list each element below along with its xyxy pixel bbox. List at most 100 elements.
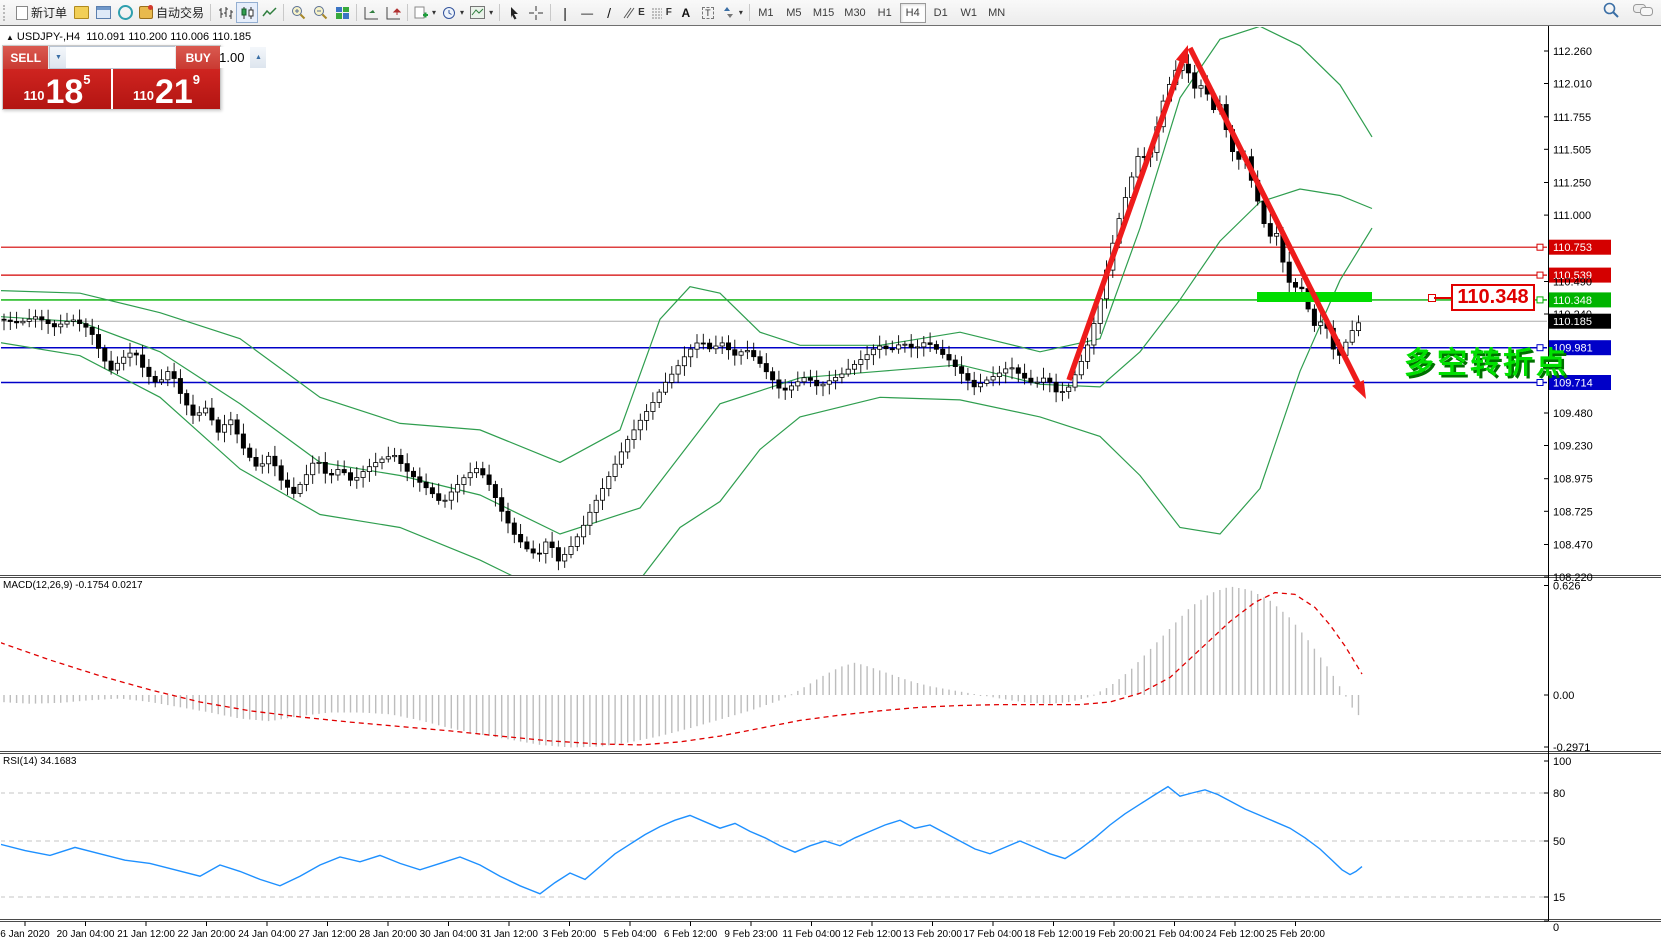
- templates-icon: [470, 6, 485, 19]
- time-tick-label: 24 Feb 12:00: [1206, 929, 1265, 940]
- price-tick-label: 112.010: [1553, 79, 1592, 91]
- tab-timeframe-M5[interactable]: M5: [781, 3, 807, 23]
- macd-tick-label: -0.2971: [1553, 742, 1590, 754]
- sell-button[interactable]: SELL: [3, 46, 49, 69]
- chart-canvas[interactable]: 110.753110.539110.348110.185109.981109.7…: [0, 0, 1661, 946]
- fibonacci-icon: [651, 7, 663, 19]
- fibonacci-button[interactable]: F: [648, 2, 675, 23]
- zoom-in-button[interactable]: [287, 2, 309, 23]
- arrows-button[interactable]: ▾: [719, 2, 746, 23]
- price-tick-label: 108.470: [1553, 540, 1593, 552]
- time-tick-label: 5 Feb 04:00: [603, 929, 657, 940]
- rsi-tick-label: 15: [1553, 892, 1565, 904]
- equidistant-channel-icon: [623, 7, 635, 19]
- bar-chart-icon: [218, 6, 233, 20]
- new-order-label: 新订单: [31, 4, 67, 21]
- time-tick-label: 6 Jan 2020: [0, 929, 50, 940]
- periods-button[interactable]: ▾: [439, 2, 467, 23]
- horizontal-line-button[interactable]: —: [576, 2, 598, 23]
- tab-timeframe-D1[interactable]: D1: [928, 3, 954, 23]
- toolbar-separator: [749, 4, 750, 21]
- trendline-button[interactable]: /: [598, 2, 620, 23]
- text-button[interactable]: A: [675, 2, 697, 23]
- toolbar-grip[interactable]: [3, 5, 9, 21]
- tab-timeframe-W1[interactable]: W1: [956, 3, 982, 23]
- price-tick-label: 111.505: [1553, 144, 1591, 156]
- candlestick-chart-icon: [240, 6, 255, 20]
- fibo-let: F: [666, 7, 672, 18]
- chat-icon[interactable]: [1633, 3, 1653, 18]
- time-tick-label: 24 Jan 04:00: [238, 929, 296, 940]
- toolbar-separator: [283, 4, 284, 21]
- bar-chart-button[interactable]: [214, 2, 236, 23]
- text-label-button[interactable]: T: [697, 2, 719, 23]
- new-order-button[interactable]: 新订单: [13, 2, 70, 23]
- tab-timeframe-M15[interactable]: M15: [809, 3, 838, 23]
- volume-input[interactable]: [66, 47, 250, 68]
- chevron-down-icon[interactable]: ▾: [432, 8, 436, 17]
- indicators-button[interactable]: ▾: [411, 2, 439, 23]
- signals-button[interactable]: [114, 2, 136, 23]
- time-tick-label: 3 Feb 20:00: [543, 929, 597, 940]
- tile-windows-button[interactable]: [331, 2, 353, 23]
- time-tick-label: 11 Feb 04:00: [782, 929, 841, 940]
- templates-button[interactable]: ▾: [467, 2, 496, 23]
- trendline-icon: /: [607, 5, 611, 21]
- line-chart-button[interactable]: [258, 2, 280, 23]
- tab-timeframe-M1[interactable]: M1: [753, 3, 779, 23]
- crosshair-button[interactable]: [525, 2, 547, 23]
- zoom-out-button[interactable]: [309, 2, 331, 23]
- equidistant-channel-button[interactable]: E: [620, 2, 648, 23]
- buy-price-handle: 110: [133, 88, 154, 103]
- time-tick-label: 30 Jan 04:00: [420, 929, 478, 940]
- buy-price-big: 21: [155, 77, 193, 107]
- time-tick-label: 21 Feb 04:00: [1145, 929, 1204, 940]
- charts-window-icon: [96, 6, 111, 19]
- candlestick-chart-button[interactable]: [236, 2, 258, 23]
- macd-tick-label: 0.626: [1553, 581, 1581, 593]
- tab-timeframe-H1[interactable]: H1: [872, 3, 898, 23]
- chart-shift-button[interactable]: [382, 2, 404, 23]
- channel-let: E: [638, 7, 645, 18]
- sell-price[interactable]: 110 18 5: [3, 69, 113, 109]
- chevron-down-icon[interactable]: ▾: [460, 8, 464, 17]
- sell-price-big: 18: [45, 77, 83, 107]
- price-badge-label: 110.753: [1553, 242, 1592, 254]
- new-order-icon: [16, 6, 28, 20]
- time-tick-label: 22 Jan 20:00: [178, 929, 236, 940]
- price-tick-label: 110.490: [1553, 277, 1592, 289]
- tab-timeframe-MN[interactable]: MN: [984, 3, 1010, 23]
- charts-window-button[interactable]: [92, 2, 114, 23]
- resistance-connector: [1434, 297, 1451, 299]
- directory-button[interactable]: [70, 2, 92, 23]
- buy-button[interactable]: BUY: [175, 46, 220, 69]
- time-tick-label: 25 Feb 20:00: [1266, 929, 1325, 940]
- auto-trading-icon: [139, 6, 153, 19]
- time-tick-label: 17 Feb 04:00: [964, 929, 1023, 940]
- chart-plot-area[interactable]: [0, 26, 1548, 920]
- cursor-button[interactable]: [503, 2, 525, 23]
- resistance-price-label[interactable]: 110.348: [1451, 284, 1535, 311]
- rsi-indicator-label: RSI(14) 34.1683: [3, 756, 76, 767]
- tab-timeframe-M30[interactable]: M30: [840, 3, 869, 23]
- price-tick-label: 111.000: [1553, 210, 1591, 222]
- volume-up-button[interactable]: ▲: [250, 47, 266, 68]
- vertical-line-icon: |: [563, 5, 567, 21]
- vertical-line-button[interactable]: |: [554, 2, 576, 23]
- volume-down-button[interactable]: ▼: [50, 47, 66, 68]
- macd-tick-label: 0.00: [1553, 690, 1574, 702]
- chevron-down-icon[interactable]: ▾: [489, 8, 493, 17]
- auto-trading-label: 自动交易: [156, 4, 204, 21]
- tab-timeframe-H4[interactable]: H4: [900, 3, 926, 23]
- auto-scroll-button[interactable]: [360, 2, 382, 23]
- volume-stepper: ▼ ▲: [49, 46, 175, 69]
- chevron-down-icon[interactable]: ▾: [739, 8, 743, 17]
- chart-shift-icon: [386, 6, 401, 20]
- price-badge-label: 110.348: [1553, 295, 1592, 307]
- buy-price[interactable]: 110 21 9: [113, 69, 220, 109]
- auto-trading-button[interactable]: 自动交易: [136, 2, 207, 23]
- price-tick-label: 111.755: [1553, 112, 1591, 124]
- auto-scroll-icon: [364, 6, 379, 20]
- time-tick-label: 6 Feb 12:00: [664, 929, 718, 940]
- search-icon[interactable]: [1603, 2, 1619, 18]
